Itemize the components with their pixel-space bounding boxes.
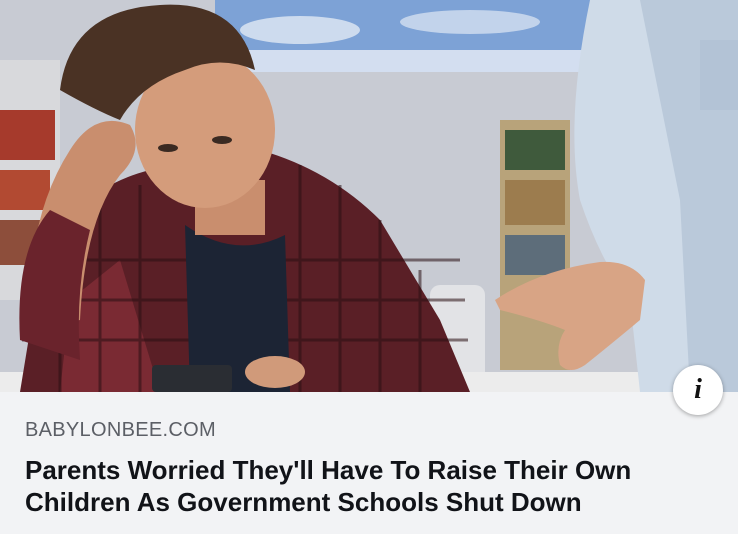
- info-icon: i: [694, 374, 702, 405]
- article-image[interactable]: [0, 0, 738, 392]
- source-domain: BABYLONBEE.COM: [25, 419, 216, 441]
- article-photo-illustration: [0, 0, 738, 392]
- link-preview-text[interactable]: BABYLONBEE.COM Parents Worried They'll H…: [25, 420, 715, 518]
- article-headline[interactable]: Parents Worried They'll Have To Raise Th…: [25, 454, 715, 518]
- link-preview-card[interactable]: i BABYLONBEE.COM Parents Worried They'll…: [0, 0, 738, 534]
- info-button[interactable]: i: [673, 365, 723, 415]
